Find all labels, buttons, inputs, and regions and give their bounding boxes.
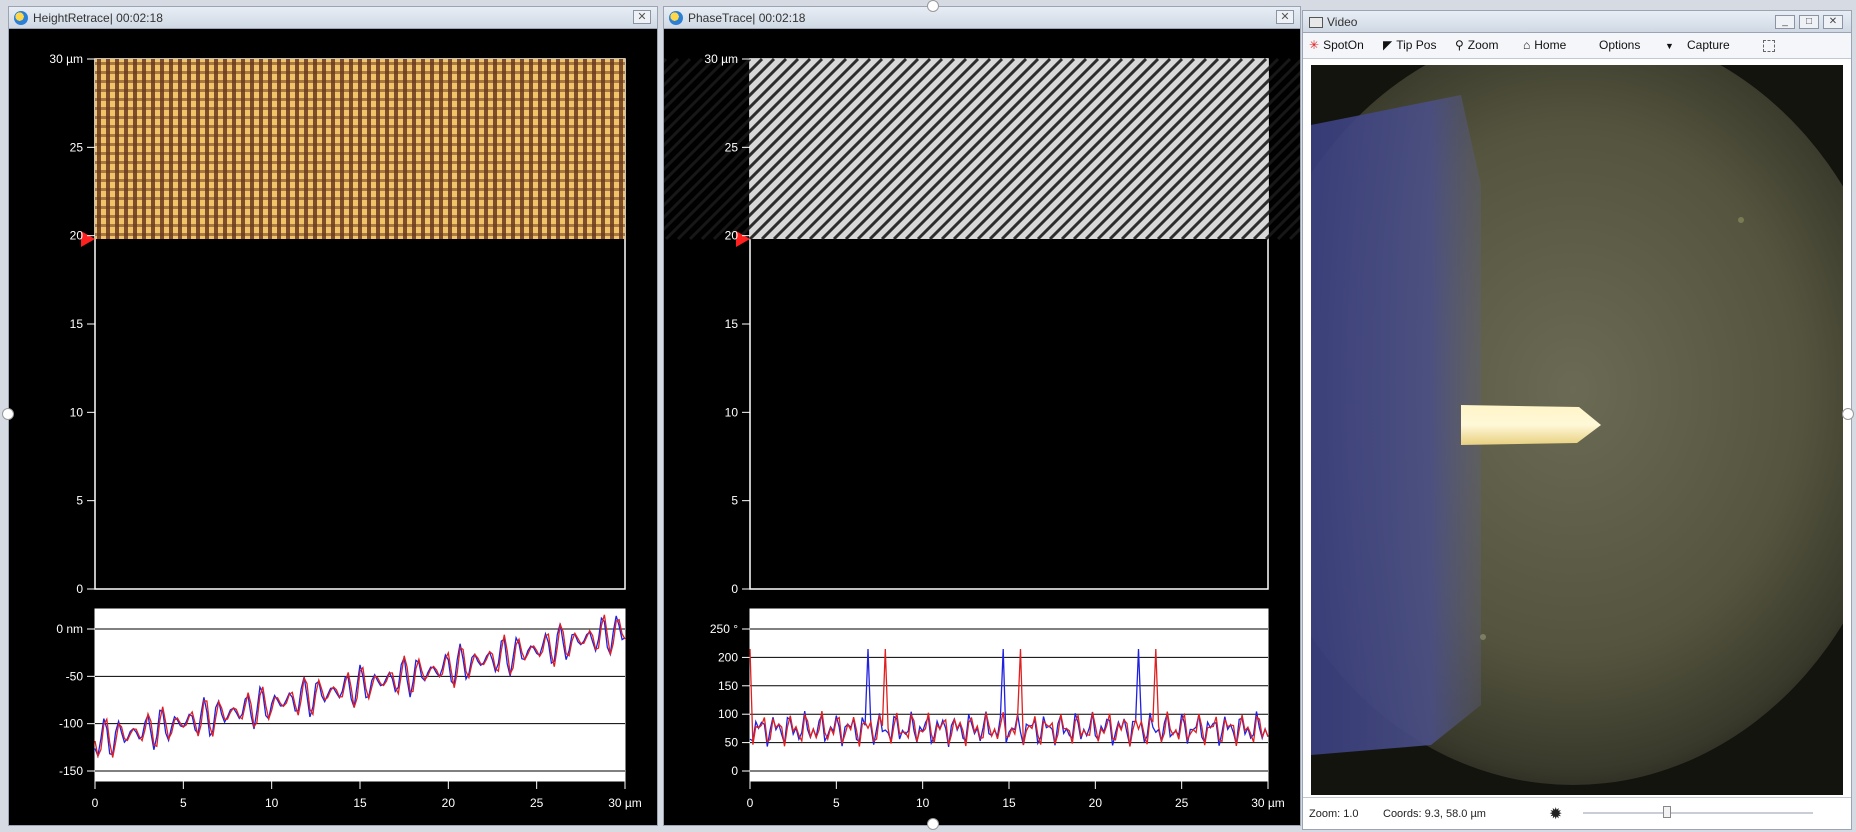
profile-panel xyxy=(749,608,1269,782)
height-plot: 30 µm 25 20 15 10 5 0 0 nm -50 -100 -150 0 5 10 15 20 25… xyxy=(9,29,657,825)
close-icon[interactable]: ✕ xyxy=(1823,15,1843,29)
x-tick-label: 30 µm xyxy=(1251,796,1285,810)
image-y-tick-label: 10 xyxy=(725,405,739,419)
minimize-icon[interactable]: _ xyxy=(1775,15,1795,29)
image-y-tick-label: 25 xyxy=(70,140,84,154)
resize-handle[interactable] xyxy=(1842,408,1854,420)
zoom-icon: ⚲ xyxy=(1455,38,1464,52)
height-retrace-pane[interactable]: HeightRetrace| 00:02:18 ✕ 30 µm 25 20 15 10 5… xyxy=(8,6,658,826)
image-y-tick-label: 5 xyxy=(731,494,738,508)
phase-pane-titlebar[interactable]: PhaseTrace| 00:02:18 ✕ xyxy=(664,7,1300,29)
x-tick-label: 0 xyxy=(92,796,99,810)
capture-dropdown-icon[interactable]: ▼ xyxy=(1665,41,1674,51)
profile-y-tick-label: 100 xyxy=(718,707,738,721)
scan-line-marker[interactable] xyxy=(81,231,95,247)
profile-y-tick-label: 150 xyxy=(718,679,738,693)
capture-label: Capture xyxy=(1687,38,1730,52)
profile-y-tick-label: 250 ° xyxy=(710,622,738,636)
video-pane[interactable]: Video _ □ ✕ ✳ SpotOn ◤ Tip Pos ⚲ Zoom ⌂ Home… xyxy=(1302,10,1852,830)
x-tick-label: 0 xyxy=(747,796,754,810)
image-y-tick-label: 10 xyxy=(70,405,84,419)
phase-plot: 30 µm 25 20 15 10 5 0 250 ° 200 150 100 50 0 0 5 10 15 20… xyxy=(388,29,1640,825)
profile-y-tick-label: 0 xyxy=(731,764,738,778)
close-icon[interactable]: ✕ xyxy=(1276,10,1294,24)
x-tick-label: 15 xyxy=(353,796,367,810)
image-y-tick-label: 30 µm xyxy=(704,52,738,66)
phase-pane-title: PhaseTrace| 00:02:18 xyxy=(688,11,806,25)
capture-button[interactable]: Capture xyxy=(1687,38,1730,52)
x-tick-label: 20 xyxy=(1089,796,1103,810)
probe-tip xyxy=(1461,405,1601,445)
video-toolbar: ✳ SpotOn ◤ Tip Pos ⚲ Zoom ⌂ Home Options ▼ C… xyxy=(1303,33,1851,59)
camera-image xyxy=(1311,65,1843,795)
x-tick-label: 25 xyxy=(530,796,544,810)
brightness-slider-thumb[interactable] xyxy=(1663,806,1671,818)
x-tick-label: 30 µm xyxy=(608,796,642,810)
speck xyxy=(1738,217,1744,223)
profile-y-tick-label: 200 xyxy=(718,650,738,664)
image-y-tick-label: 25 xyxy=(725,140,739,154)
spoton-label: SpotOn xyxy=(1323,38,1364,52)
height-pane-title: HeightRetrace| 00:02:18 xyxy=(33,11,163,25)
phase-plot-svg: 30 µm2520151050250 °2001501005000 5 10 15 20… xyxy=(388,52,1640,810)
maximize-icon[interactable]: □ xyxy=(1799,15,1819,29)
tip-pos-label: Tip Pos xyxy=(1396,38,1437,52)
close-icon[interactable]: ✕ xyxy=(633,10,651,24)
phase-trace-pane[interactable]: PhaseTrace| 00:02:18 ✕ 30 µm 25 20 15 10 5 0 25… xyxy=(388,6,1640,826)
fullscreen-icon[interactable] xyxy=(1763,40,1775,52)
image-y-tick-label: 20 xyxy=(725,229,739,243)
x-tick-label: 15 xyxy=(1002,796,1016,810)
options-label: Options xyxy=(1599,38,1641,52)
x-tick-label: 10 xyxy=(916,796,930,810)
home-label: Home xyxy=(1534,38,1567,52)
x-tick-label: 5 xyxy=(833,796,840,810)
height-plot-svg: 30 µm 25 20 15 10 5 0 0 nm -50 -100 -150 0 5 10 15 20 25… xyxy=(49,52,642,810)
scanned-image xyxy=(388,57,1640,241)
app-icon xyxy=(14,11,28,25)
cantilever-chip xyxy=(1311,95,1481,755)
profile-y-tick-label: 50 xyxy=(725,736,739,750)
resize-handle[interactable] xyxy=(927,818,939,830)
app-icon xyxy=(669,11,683,25)
x-tick-label: 5 xyxy=(180,796,187,810)
zoom-label: Zoom xyxy=(1467,38,1499,52)
video-title: Video xyxy=(1327,15,1358,29)
image-y-tick-label: 5 xyxy=(76,494,83,508)
profile-y-tick-label: -50 xyxy=(66,669,84,683)
zoom-button[interactable]: ⚲ Zoom xyxy=(1455,38,1498,52)
resize-handle[interactable] xyxy=(927,0,939,12)
x-tick-label: 20 xyxy=(442,796,456,810)
profile-y-tick-label: -150 xyxy=(59,764,83,778)
resize-handle[interactable] xyxy=(2,408,14,420)
image-y-tick-label: 15 xyxy=(70,317,84,331)
height-pane-titlebar[interactable]: HeightRetrace| 00:02:18 ✕ xyxy=(9,7,657,29)
image-y-tick-label: 0 xyxy=(731,582,738,596)
home-icon: ⌂ xyxy=(1523,38,1531,52)
zoom-status: Zoom: 1.0 xyxy=(1309,808,1359,820)
profile-y-tick-label: 0 nm xyxy=(56,622,83,636)
image-y-tick-label: 15 xyxy=(725,317,739,331)
image-y-tick-label: 20 xyxy=(70,229,84,243)
x-tick-label: 10 xyxy=(265,796,279,810)
video-titlebar[interactable]: Video _ □ ✕ xyxy=(1303,11,1851,33)
brightness-slider-track[interactable] xyxy=(1583,812,1813,814)
video-statusbar: Zoom: 1.0 Coords: 9.3, 58.0 µm ✹ xyxy=(1303,797,1851,829)
options-button[interactable]: Options xyxy=(1599,38,1640,52)
brightness-icon: ✹ xyxy=(1549,806,1563,823)
tip-pos-icon: ◤ xyxy=(1383,38,1393,52)
profile-y-tick-label: -100 xyxy=(59,717,83,731)
tip-pos-button[interactable]: ◤ Tip Pos xyxy=(1383,38,1436,52)
image-y-tick-label: 0 xyxy=(76,582,83,596)
video-window-icon xyxy=(1309,17,1323,28)
image-y-tick-label: 30 µm xyxy=(49,52,83,66)
spoton-button[interactable]: ✳ SpotOn xyxy=(1309,38,1364,52)
x-tick-label: 25 xyxy=(1175,796,1189,810)
speck xyxy=(1480,634,1486,640)
home-button[interactable]: ⌂ Home xyxy=(1523,38,1566,52)
camera-view[interactable] xyxy=(1311,65,1843,795)
scanned-image xyxy=(95,59,625,239)
spoton-icon: ✳ xyxy=(1309,38,1320,52)
coords-status: Coords: 9.3, 58.0 µm xyxy=(1383,808,1486,820)
